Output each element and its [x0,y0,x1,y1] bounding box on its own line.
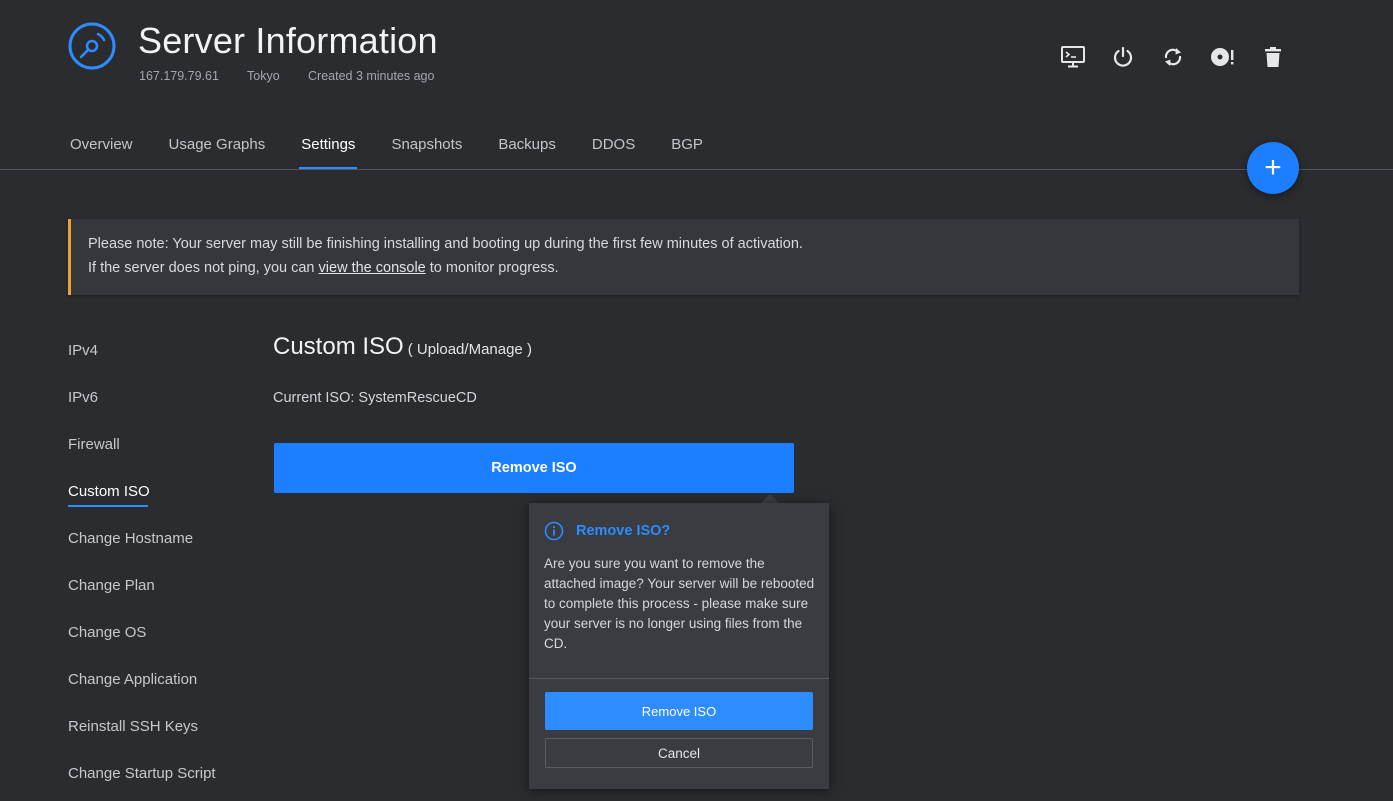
popover-message: Are you sure you want to remove the atta… [544,556,815,651]
sidebar-active-underline [68,505,148,507]
server-created: Created 3 minutes ago [308,69,435,83]
notice-text-line1: Please note: Your server may still be fi… [88,236,803,252]
sidebar-item-ipv4[interactable]: IPv4 [68,342,98,359]
restart-icon[interactable] [1160,44,1186,70]
popover-title: Remove ISO? [576,523,671,539]
popover-divider [529,678,829,679]
info-icon [544,521,564,541]
sidebar-item-custom-iso[interactable]: Custom ISO [68,483,150,500]
notice-text-line2: If the server does not ping, you can vie… [88,260,559,276]
cancel-button[interactable]: Cancel [545,738,813,768]
iso-warning-icon[interactable] [1210,44,1236,70]
page-title: Server Information [138,20,438,61]
sidebar-item-firewall[interactable]: Firewall [68,436,120,453]
add-button[interactable]: + [1247,142,1299,194]
trash-icon[interactable] [1260,44,1286,70]
sidebar-item-change-startup-script[interactable]: Change Startup Script [68,765,216,782]
console-icon[interactable] [1060,44,1086,70]
tab-backups[interactable]: Backups [480,126,574,169]
confirm-remove-iso-button[interactable]: Remove ISO [545,692,813,730]
confirm-popover: Remove ISO? Are you sure you want to rem… [529,503,829,789]
power-icon[interactable] [1110,44,1136,70]
remove-iso-button[interactable]: Remove ISO [274,443,794,493]
view-console-link[interactable]: view the console [319,260,426,276]
sidebar-item-reinstall-ssh-keys[interactable]: Reinstall SSH Keys [68,718,198,735]
tab-snapshots[interactable]: Snapshots [373,126,480,169]
notice-suffix: to monitor progress. [425,260,559,276]
section-title-text: Custom ISO [273,333,404,360]
sidebar-item-change-os[interactable]: Change OS [68,624,146,641]
tab-bar: Overview Usage Graphs Settings Snapshots… [52,126,721,169]
notice-prefix: If the server does not ping, you can [88,260,319,276]
sidebar-item-change-hostname[interactable]: Change Hostname [68,530,193,547]
notice-banner: Please note: Your server may still be fi… [68,219,1299,295]
sidebar-item-change-plan[interactable]: Change Plan [68,577,155,594]
sidebar-item-change-application[interactable]: Change Application [68,671,197,688]
upload-manage-link[interactable]: ( Upload/Manage ) [408,341,532,358]
sidebar-item-ipv6[interactable]: IPv6 [68,389,98,406]
tab-overview[interactable]: Overview [52,126,151,169]
tab-settings[interactable]: Settings [283,126,373,169]
tab-ddos[interactable]: DDOS [574,126,653,169]
server-ip: 167.179.79.61 [139,69,219,83]
server-location: Tokyo [247,69,280,83]
current-iso-text: Current ISO: SystemRescueCD [273,390,477,406]
tabs-divider [0,169,1393,170]
tab-bgp[interactable]: BGP [653,126,721,169]
disc-icon [68,22,116,70]
section-title: Custom ISO( Upload/Manage ) [273,333,532,361]
tab-usage-graphs[interactable]: Usage Graphs [151,126,284,169]
